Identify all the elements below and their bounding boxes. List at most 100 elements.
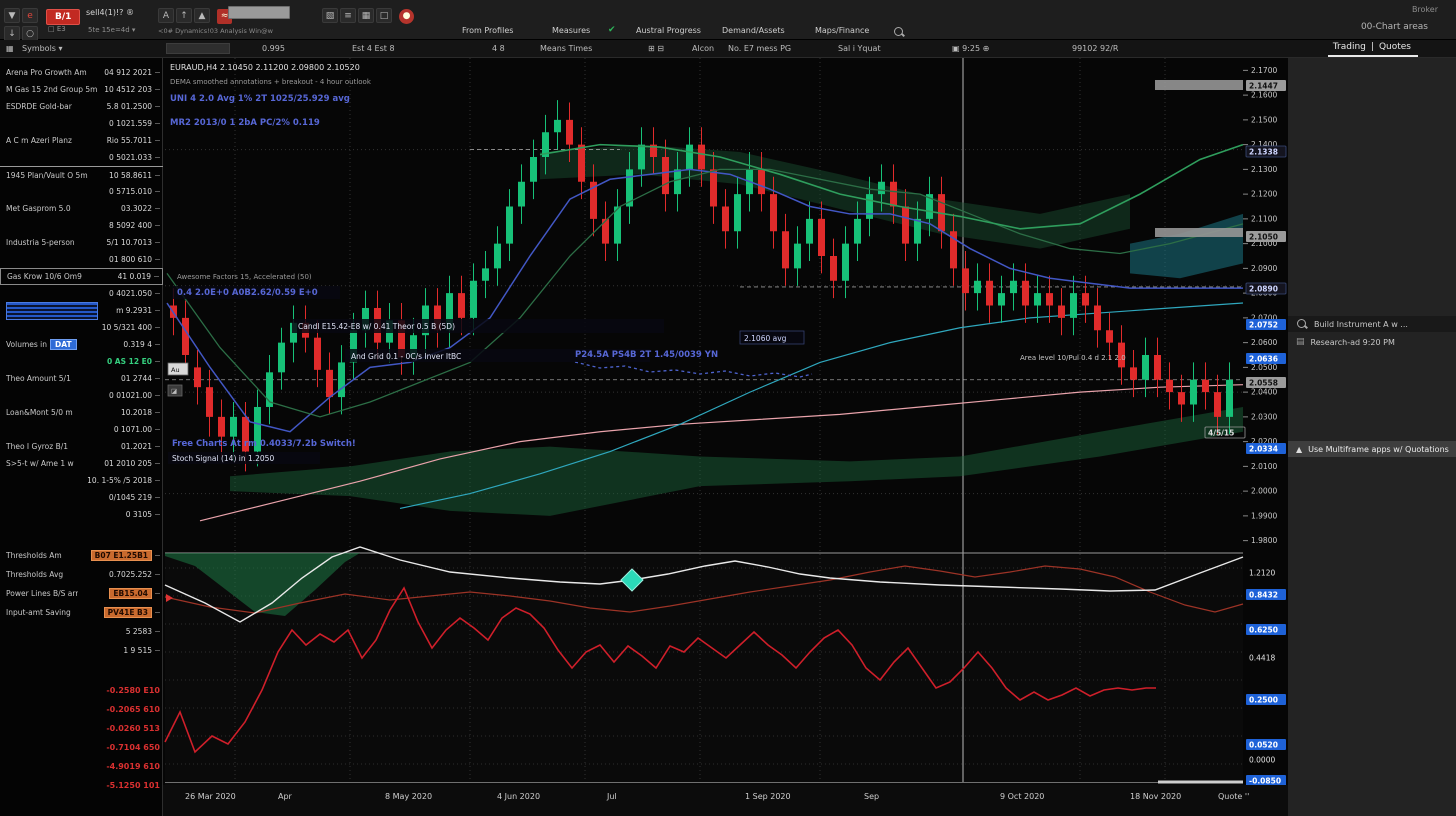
chart-annotation: Stoch Signal (14) in 1.2050 [172,454,274,463]
bar-chart-icon[interactable]: A [158,8,174,23]
tab-quotes[interactable]: Quotes [1374,42,1416,52]
tab-trading[interactable]: Trading [1328,42,1371,52]
menu-maps-finance[interactable]: Maps/Finance [815,26,869,35]
alert-row[interactable]: 1 9 515 [0,641,163,660]
symbols-header[interactable]: Symbols ▾ [22,44,63,53]
candle-body [494,244,501,269]
download-icon[interactable]: ↓ [4,26,20,41]
symbols-panel-icon[interactable]: ▦ [6,44,14,53]
market-watch-row[interactable]: 0 01021.00 [0,387,163,404]
candle-chart-icon[interactable]: ↑ [176,8,192,23]
subbar-item-1[interactable]: Est 4 Est 8 [352,44,395,53]
candle-body [698,145,705,170]
market-watch-row[interactable]: 10 5/321 400 [0,319,163,336]
market-watch-row[interactable]: Met Gasprom 5.003.3022 [0,200,163,217]
market-watch-row[interactable]: 0 5021.033 [0,149,163,166]
market-watch-row[interactable]: A C m Azeri PlanzRio 55.7011 [0,132,163,149]
menu-from-profiles[interactable]: From Profiles [462,26,513,35]
market-watch-row[interactable]: 0 AS 12 E0 [0,353,163,370]
subbar-item-3[interactable]: Means Times [540,44,592,53]
row-tick [155,72,160,73]
menu-measures[interactable]: Measures [552,26,590,35]
symbol-value: 0 4021.050 [109,289,152,298]
candlestick-chart[interactable]: 2.17002.16002.15002.14002.13002.12002.11… [163,58,1288,785]
market-watch-row[interactable]: 0 1021.559 [0,115,163,132]
alert-bell-icon[interactable]: ● [399,9,414,24]
row-tick [155,497,160,498]
market-watch-row[interactable]: 1945 Plan/Vault O 5m10 58.8611 [0,166,163,183]
candle-body [1178,392,1185,404]
grid-icon[interactable]: ▦ [358,8,374,23]
market-watch-row[interactable]: Loan&Mont 5/0 m10.2018 [0,404,163,421]
candle-body [854,219,861,244]
search-plus-icon[interactable] [893,26,905,38]
market-watch-row[interactable]: Arena Pro Growth Am04 912 2021 [0,64,163,81]
symbol-name: Volumes in [6,340,47,349]
price-badge-label: 2.0752 [1249,321,1278,330]
alert-row[interactable]: Thresholds AmB07 E1.25B1 [0,546,163,565]
subbar-item-4[interactable]: ⊞ ⊟ [648,44,664,53]
alert-label: Thresholds Avg [6,570,63,579]
quick-search-input[interactable] [228,6,290,19]
alert-row[interactable]: Input-amt SavingPV41E B3 [0,603,163,622]
time-axis-label: 26 Mar 2020 [185,792,236,801]
market-watch-row[interactable]: Theo I Gyroz B/101.2021 [0,438,163,455]
subbar-item-9[interactable]: 99102 92/R [1072,44,1118,53]
equal-icon[interactable]: ≡ [340,8,356,23]
menu-demand-assets[interactable]: Demand/Assets [722,26,785,35]
timeframe-selector[interactable]: 5te 15e=4d ▾ [88,26,135,34]
subbar-item-5[interactable]: Alcon [692,44,714,53]
subbar-item-8[interactable]: ▣ 9:25 ⊕ [952,44,989,53]
profile-chart-icon[interactable]: ▧ [322,8,338,23]
symbol-value: 10 58.8611 [109,171,152,180]
candle-body [1226,380,1233,417]
market-watch-row[interactable]: M Gas 15 2nd Group 5m10 4512 203 [0,81,163,98]
market-watch-row[interactable]: 0 5715.010 [0,183,163,200]
chart-area[interactable]: 2.17002.16002.15002.14002.13002.12002.11… [163,58,1288,785]
market-watch-row[interactable]: Industria 5-person5/1 10.7013 [0,234,163,251]
menu-austral-progress[interactable]: Austral Progress [636,26,701,35]
market-watch-row[interactable]: 01 800 610 [0,251,163,268]
row-tick [155,650,160,651]
market-watch-row[interactable]: Theo Amount 5/101 2744 [0,370,163,387]
market-watch-row[interactable]: 0 4021.050 [0,285,163,302]
chart-scroll-line[interactable] [165,782,1243,783]
candle-body [206,387,213,417]
chart-type-icons: A↑▲ ≈ [158,3,232,24]
market-watch-row[interactable]: m 9.2931 [0,302,163,319]
market-watch-row[interactable]: 8 5092 400 [0,217,163,234]
selected-symbol-block[interactable] [6,302,98,320]
axis-price-label: 2.1300 [1251,165,1277,174]
subbar-item-2[interactable]: 4 8 [492,44,505,53]
panel-cta-multiframe[interactable]: ▲ Use Multiframe apps w/ Quotations [1288,441,1456,457]
symbol-filter-input[interactable] [166,43,230,54]
chart-scroll-thumb[interactable] [1158,781,1243,784]
alert-value: 5 2583 [126,627,152,636]
window-icon[interactable]: □ [376,8,392,23]
subbar-item-6[interactable]: No. E7 mess PG [728,44,791,53]
subbar-item-7[interactable]: Sal i Yquat [838,44,881,53]
market-watch-row[interactable]: 0 1071.00 [0,421,163,438]
line-chart-icon[interactable]: ▲ [194,8,210,23]
market-watch-row[interactable]: ESDRDE Gold-bar5.8 01.2500 [0,98,163,115]
market-watch-row[interactable]: 0/1045 219 [0,489,163,506]
circle-icon[interactable]: ○ [22,26,38,41]
panel-row-build-instrument[interactable]: Build Instrument A w ... [1288,316,1456,332]
quote-tab[interactable]: Quote '' [1218,792,1249,801]
panel-row-research[interactable]: ▤ Research-ad 9:20 PM [1288,334,1456,350]
alert-row[interactable]: 5 2583 [0,622,163,641]
candle-body [998,293,1005,305]
symbol-field[interactable]: sell4(1)!? ® [86,8,134,17]
new-order-button[interactable]: B/1 [46,4,80,25]
subbar-item-0[interactable]: 0.995 [262,44,285,53]
price-badge-label: 1.2120 [1249,569,1275,578]
market-watch-row[interactable]: S>5-t w/ Ame 1 w01 2010 205 [0,455,163,472]
alert-row[interactable]: Power Lines B/S arrEB15.04 [0,584,163,603]
market-watch-row[interactable]: Volumes inDAT0.319 4 [0,336,163,353]
market-watch-row[interactable]: 10. 1-5% /5 2018 [0,472,163,489]
candle-body [878,182,885,194]
alert-row[interactable]: Thresholds Avg0.7025.252 [0,565,163,584]
symbol-name: Met Gasprom 5.0 [6,204,71,213]
market-watch-row[interactable]: 0 3105 [0,506,163,523]
market-watch-row[interactable]: Gas Krow 10/6 Om941 0.019 [0,268,163,285]
